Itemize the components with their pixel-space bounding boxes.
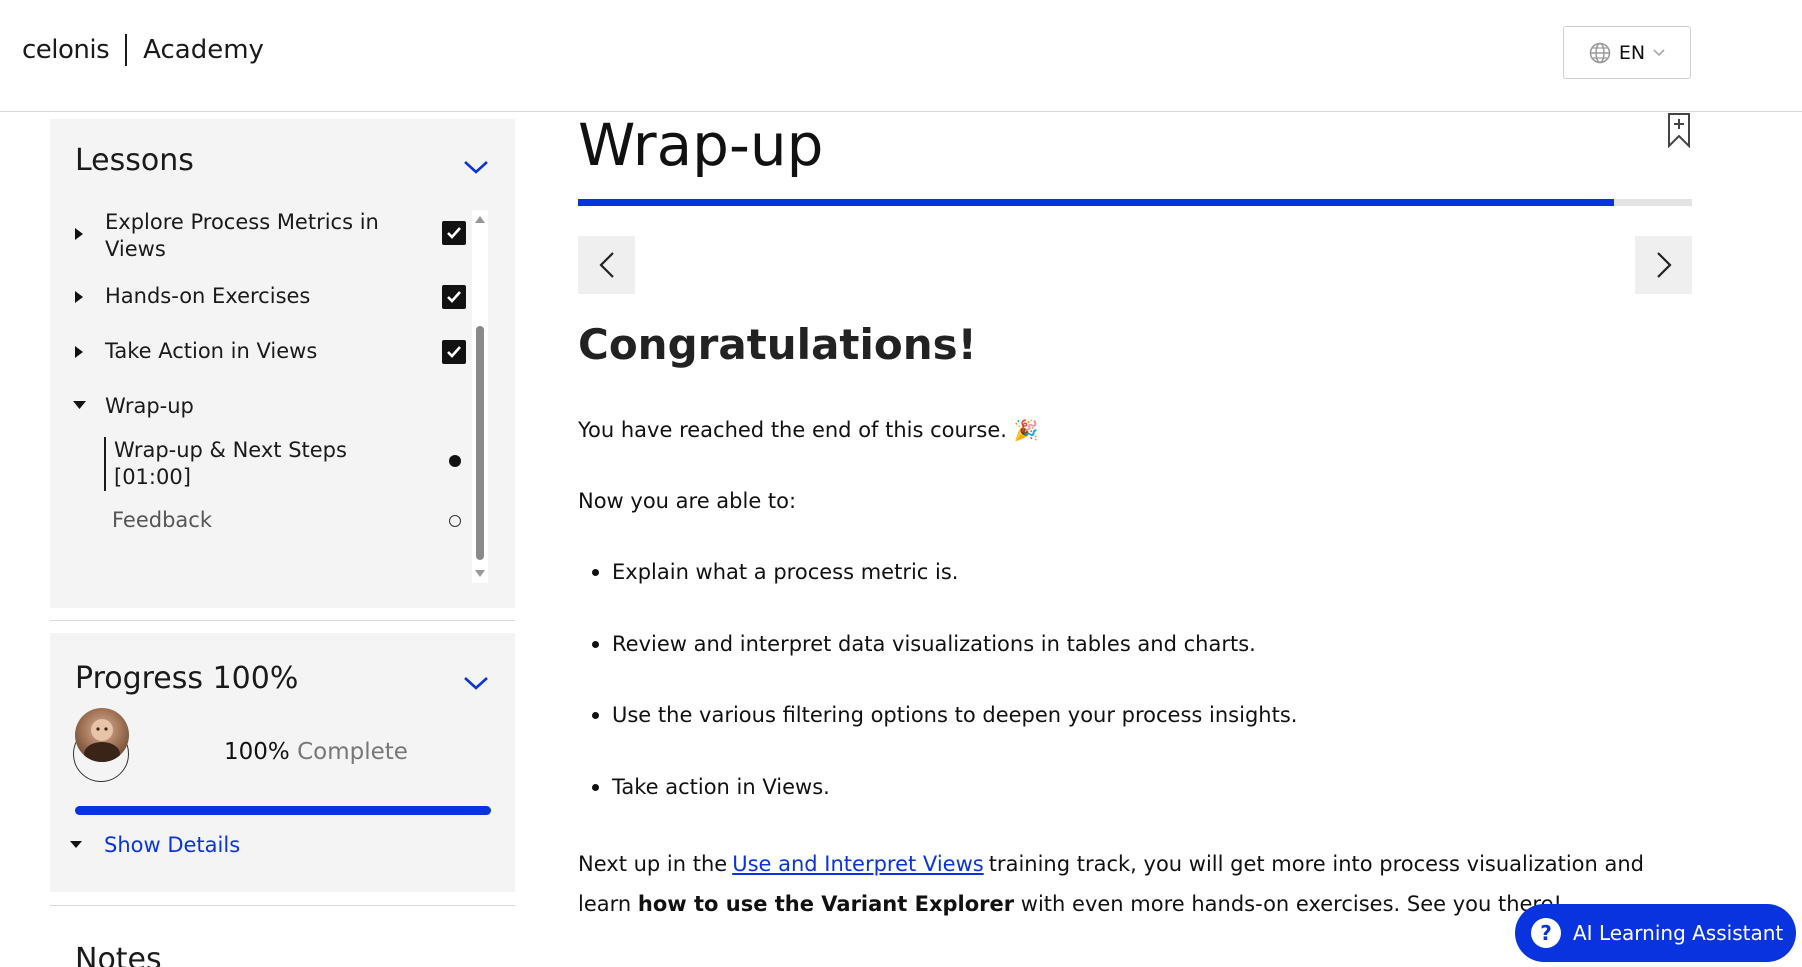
- caret-down-icon[interactable]: [72, 400, 87, 410]
- bookmark-add-icon[interactable]: [1667, 112, 1691, 148]
- lessons-collapse-chevron-icon[interactable]: [463, 159, 489, 175]
- language-selector[interactable]: EN: [1563, 26, 1691, 79]
- show-details-link[interactable]: Show Details: [104, 833, 240, 857]
- caret-right-icon[interactable]: [74, 290, 84, 304]
- chevron-left-icon: [598, 252, 614, 278]
- chevron-right-icon: [1656, 252, 1672, 278]
- globe-icon: [1589, 42, 1611, 63]
- ai-learning-assistant-button[interactable]: ? AI Learning Assistant: [1515, 904, 1796, 962]
- sidebar-divider: [50, 905, 515, 906]
- lesson-item[interactable]: Hands-on Exercises: [50, 279, 470, 329]
- sub-lesson-item-current[interactable]: Wrap-up & Next Steps [01:00]: [104, 435, 474, 491]
- lessons-title: Lessons: [75, 143, 194, 178]
- notes-title: Notes: [75, 942, 162, 967]
- objectives-list: Explain what a process metric is. Review…: [591, 548, 1297, 835]
- lesson-label: Hands-on Exercises: [105, 284, 311, 308]
- content-heading: Congratulations!: [578, 320, 977, 369]
- sidebar-divider: [50, 620, 515, 621]
- checkbox-checked-icon: [442, 340, 466, 364]
- lesson-label: Wrap-up: [105, 394, 194, 418]
- brand[interactable]: celonis Academy: [22, 34, 264, 66]
- next-up-text: with even more hands-on exercises. See y…: [1020, 892, 1562, 916]
- sub-lesson-label: Wrap-up & Next Steps [01:00]: [114, 438, 347, 489]
- scroll-down-icon[interactable]: [475, 570, 485, 577]
- caret-down-icon: [70, 841, 82, 848]
- progress-panel: Progress 100% 100% Complete Show Details: [50, 633, 515, 892]
- language-code: EN: [1618, 41, 1646, 64]
- list-item: Explain what a process metric is.: [591, 548, 1297, 620]
- lesson-progress-fill: [578, 199, 1615, 206]
- status-dot-filled-icon: [449, 455, 461, 467]
- intro-text: You have reached the end of this course.: [578, 418, 1007, 442]
- question-icon: ?: [1531, 918, 1561, 948]
- completion-word: Complete: [297, 739, 408, 765]
- able-to-paragraph: Now you are able to:: [578, 489, 797, 513]
- previous-button[interactable]: [578, 236, 635, 294]
- lesson-item-expanded[interactable]: Wrap-up: [50, 389, 470, 439]
- checkbox-checked-icon: [442, 285, 466, 309]
- completion-text: 100% Complete: [224, 739, 408, 765]
- next-up-text: Next up in the: [578, 852, 728, 876]
- list-item: Review and interpret data visualizations…: [591, 620, 1297, 692]
- caret-right-icon[interactable]: [74, 345, 84, 359]
- lesson-label: Explore Process Metrics in Views: [105, 210, 379, 261]
- lesson-item[interactable]: Explore Process Metrics in Views: [50, 209, 470, 279]
- next-up-bold: how to use the Variant Explorer: [637, 892, 1015, 916]
- lesson-list: Explore Process Metrics in Views Hands-o…: [50, 209, 470, 607]
- assistant-label: AI Learning Assistant: [1573, 921, 1784, 945]
- scrollbar-thumb[interactable]: [476, 326, 484, 560]
- academy-label: Academy: [143, 35, 264, 65]
- page-title: Wrap-up: [578, 111, 824, 179]
- intro-paragraph: You have reached the end of this course.…: [578, 410, 1039, 450]
- training-track-link[interactable]: Use and Interpret Views: [732, 852, 984, 876]
- brand-divider: [125, 34, 128, 66]
- party-popper-icon: 🎉: [1013, 418, 1039, 442]
- list-item: Take action in Views.: [591, 763, 1297, 835]
- current-indicator-bar: [104, 437, 106, 491]
- celonis-logo: celonis: [22, 35, 110, 65]
- top-header: celonis Academy EN: [0, 0, 1802, 112]
- completion-percent: 100%: [224, 739, 290, 765]
- show-details-toggle[interactable]: Show Details: [70, 833, 240, 857]
- scroll-up-icon[interactable]: [475, 216, 485, 223]
- lessons-panel: Lessons Explore Process Metrics in Views…: [50, 119, 515, 608]
- checkbox-checked-icon: [442, 221, 466, 245]
- lesson-item[interactable]: Take Action in Views: [50, 334, 470, 384]
- progress-collapse-chevron-icon[interactable]: [463, 675, 489, 691]
- course-progress-bar: [75, 806, 491, 815]
- course-progress-fill: [75, 806, 491, 815]
- sub-lesson-item[interactable]: Feedback: [104, 501, 474, 541]
- list-item: Use the various filtering options to dee…: [591, 691, 1297, 763]
- avatar: [75, 708, 129, 762]
- lesson-label: Take Action in Views: [105, 339, 318, 363]
- status-dot-empty-icon: [449, 515, 461, 527]
- lessons-scrollbar[interactable]: [472, 210, 488, 583]
- sub-lesson-label: Feedback: [112, 508, 213, 532]
- caret-right-icon[interactable]: [74, 227, 84, 241]
- next-button[interactable]: [1635, 236, 1692, 294]
- lesson-progress-bar: [578, 199, 1692, 206]
- chevron-down-icon: [1653, 48, 1665, 56]
- progress-title: Progress 100%: [75, 661, 299, 696]
